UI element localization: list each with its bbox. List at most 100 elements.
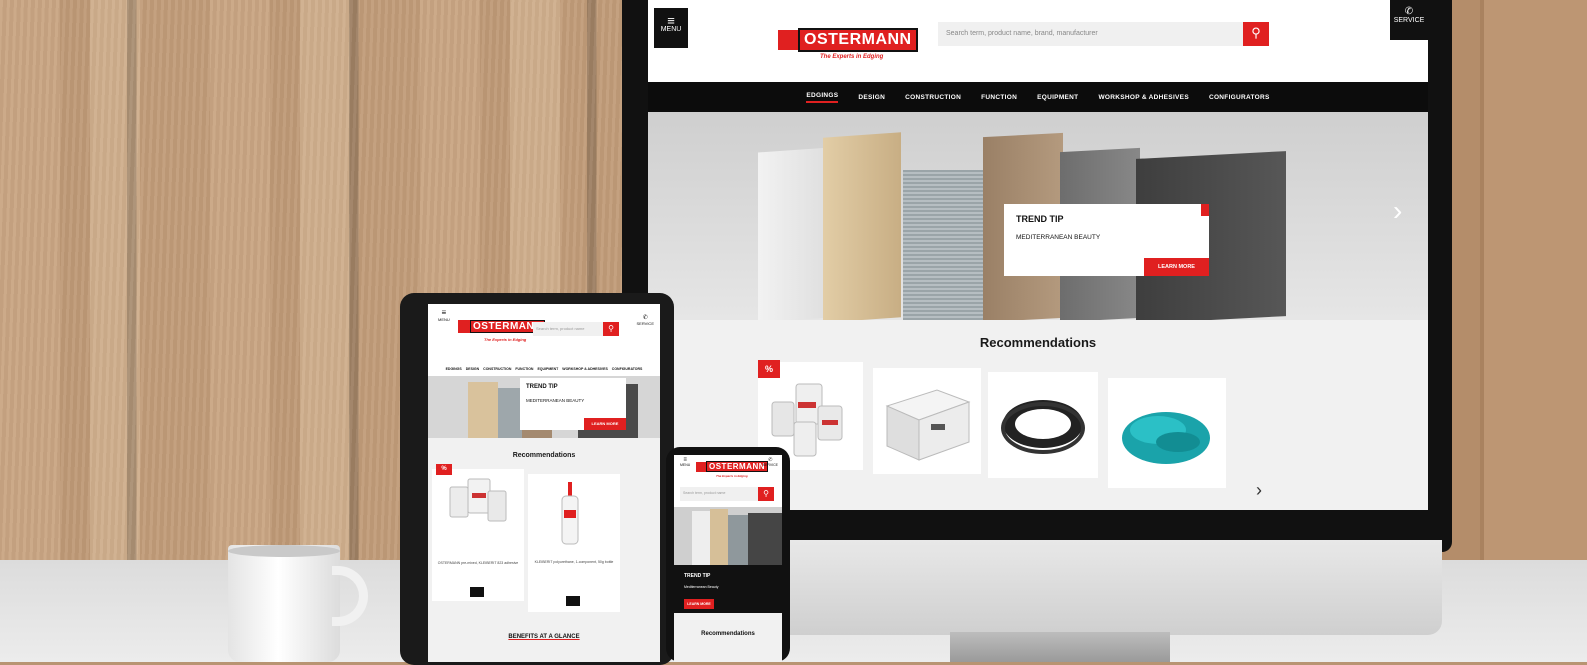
panel-anthracite <box>748 513 782 565</box>
brand-logo[interactable]: OSTERMANN The Experts in Edging <box>778 28 918 60</box>
phone-menu-label: MENU <box>680 463 691 467</box>
phone-trend-box: TREND TIP Mediterranean Beauty LEARN MOR… <box>674 565 782 613</box>
search-input[interactable]: Search term, product name, brand, manufa… <box>938 22 1243 46</box>
product-card-rubber-ring[interactable] <box>988 372 1098 478</box>
panel-grey <box>728 515 748 565</box>
nav-item-equipment[interactable]: EQUIPMENT <box>1037 94 1078 101</box>
main-nav: EDGINGS DESIGN CONSTRUCTION FUNCTION EQU… <box>648 82 1428 112</box>
product-card-edgeband-box[interactable] <box>873 368 981 474</box>
card-accent <box>1201 204 1209 216</box>
search-icon: ⚲ <box>1251 25 1261 40</box>
trend-tip-card: TREND TIP MEDITERRANEAN BEAUTY LEARN MOR… <box>1004 204 1209 276</box>
tablet-product-card-1[interactable]: OSTERMANN pre-mixed, KLEIBERIT 823 adhes… <box>432 469 524 601</box>
phone-service-label: SERVICE <box>762 463 778 467</box>
desktop-screen: ≡ MENU OSTERMANN The Experts in Edging S… <box>648 0 1428 510</box>
panel-oak <box>823 132 901 320</box>
phone-menu-button[interactable]: ≡ MENU <box>680 457 690 467</box>
recommendations-next-icon[interactable]: › <box>1256 480 1262 501</box>
tablet-discount-badge: % <box>436 464 452 475</box>
tablet-nav-configurators[interactable]: CONFIGURATORS <box>612 367 643 371</box>
menu-label: MENU <box>660 26 682 33</box>
search-icon: ⚲ <box>608 324 614 333</box>
tablet-product-caption-2: KLEIBERIT polyurethane, 1-component, 50g… <box>534 560 614 564</box>
phone-brand-logo[interactable]: OSTERMANN The Experts in Edging <box>696 461 769 478</box>
chevron-right-icon[interactable]: › <box>1393 195 1402 227</box>
tablet-menu-label: MENU <box>438 317 450 322</box>
logo-wordmark: OSTERMANN <box>798 28 918 52</box>
cart-button[interactable] <box>566 596 580 606</box>
desktop-header: ≡ MENU OSTERMANN The Experts in Edging S… <box>648 0 1428 82</box>
search-button[interactable]: ⚲ <box>1243 22 1269 46</box>
product-card-granules[interactable] <box>1108 378 1226 488</box>
recommendations-title: Recommendations <box>979 335 1097 350</box>
tablet-nav-edgings[interactable]: EDGINGS <box>446 367 462 371</box>
phone-search-button[interactable]: ⚲ <box>758 487 774 501</box>
trend-subtitle: MEDITERRANEAN BEAUTY <box>1016 234 1101 241</box>
tablet-trend-subtitle: MEDITERRANEAN BEAUTY <box>526 398 585 403</box>
discount-badge: % <box>758 360 780 378</box>
phone-recommendations-title: Recommendations <box>701 631 755 637</box>
tablet-service-label: SERVICE <box>636 321 655 326</box>
service-label: SERVICE <box>1393 17 1425 24</box>
hamburger-icon: ≡ <box>667 13 675 28</box>
menu-button[interactable]: ≡ MENU <box>654 8 688 48</box>
tablet-brand-logo[interactable]: OSTERMANN The Experts in Edging <box>458 320 545 342</box>
phone-service-button[interactable]: ✆ SERVICE <box>763 457 778 467</box>
phone-search-input[interactable]: Search term, product name <box>680 487 758 501</box>
rubber-ring-image <box>1001 400 1085 454</box>
turquoise-granules-image <box>1122 412 1210 464</box>
nav-item-design[interactable]: DESIGN <box>858 94 885 101</box>
nav-item-edgings[interactable]: EDGINGS <box>806 92 839 103</box>
tablet-header: ≡ MENU OSTERMANN The Experts in Edging S… <box>428 304 660 362</box>
monitor-stand <box>950 632 1170 662</box>
cart-button[interactable] <box>470 587 484 597</box>
panel-grey <box>498 388 522 438</box>
nav-item-construction[interactable]: CONSTRUCTION <box>905 94 961 101</box>
edge-band-box-image <box>885 389 971 461</box>
search-icon: ⚲ <box>763 489 769 498</box>
tablet-product-caption-1: OSTERMANN pre-mixed, KLEIBERIT 823 adhes… <box>437 561 519 565</box>
phone-screen: ≡ MENU OSTERMANN The Experts in Edging ✆… <box>674 455 782 662</box>
tablet-menu-button[interactable]: ≡ MENU <box>438 308 450 322</box>
nav-item-configurators[interactable]: CONFIGURATORS <box>1209 94 1270 101</box>
tablet-learn-more-button[interactable]: LEARN MORE <box>584 418 626 430</box>
learn-more-button[interactable]: LEARN MORE <box>1144 258 1209 276</box>
logo-red-square <box>778 30 798 50</box>
coffee-mug <box>228 545 340 662</box>
nav-item-function[interactable]: FUNCTION <box>981 94 1017 101</box>
service-button[interactable]: ✆ SERVICE <box>1390 0 1428 40</box>
tablet-nav-equipment[interactable]: EQUIPMENT <box>537 367 558 371</box>
hamburger-icon: ≡ <box>441 308 447 317</box>
panel-grey-ribbed <box>903 170 983 320</box>
tablet-logo-tagline: The Experts in Edging <box>484 337 527 342</box>
tablet-nav: EDGINGS DESIGN CONSTRUCTION FUNCTION EQU… <box>428 362 660 376</box>
phone-logo-tagline: The Experts in Edging <box>716 474 748 478</box>
tablet-recommendations-title: Recommendations <box>512 452 576 459</box>
tablet-service-button[interactable]: ✆ SERVICE <box>637 314 655 326</box>
phone-trend-title: TREND TIP <box>684 573 711 579</box>
logo-red-square <box>696 461 706 472</box>
benefits-title: BENEFITS AT A GLANCE <box>508 634 580 640</box>
tablet-nav-construction[interactable]: CONSTRUCTION <box>483 367 511 371</box>
panel-oak <box>468 382 498 438</box>
tablet-trend-title: TREND TIP <box>526 384 558 390</box>
panel-white <box>692 511 710 565</box>
phone-learn-more-button[interactable]: LEARN MORE <box>684 599 714 609</box>
phone-logo-wordmark: OSTERMANN <box>706 461 769 472</box>
trend-title: TREND TIP <box>1016 214 1064 224</box>
tablet-nav-workshop[interactable]: WORKSHOP & ADHESIVES <box>562 367 608 371</box>
nav-item-workshop-adhesives[interactable]: WORKSHOP & ADHESIVES <box>1098 94 1189 101</box>
phone-icon: ✆ <box>642 315 648 321</box>
phone-icon: ✆ <box>1404 6 1414 17</box>
panel-white <box>758 147 830 320</box>
tablet-search-button[interactable]: ⚲ <box>603 322 619 336</box>
tablet-product-card-2[interactable]: KLEIBERIT polyurethane, 1-component, 50g… <box>528 474 620 612</box>
panel-oak <box>710 509 728 565</box>
glue-bottle-image <box>561 482 579 545</box>
tablet-nav-function[interactable]: FUNCTION <box>515 367 533 371</box>
phone-trend-subtitle: Mediterranean Beauty <box>684 585 719 589</box>
adhesive-bottles-image <box>449 478 507 522</box>
logo-tagline: The Experts in Edging <box>820 54 884 60</box>
tablet-search-input[interactable]: Search term, product name <box>533 322 603 336</box>
tablet-nav-design[interactable]: DESIGN <box>466 367 479 371</box>
